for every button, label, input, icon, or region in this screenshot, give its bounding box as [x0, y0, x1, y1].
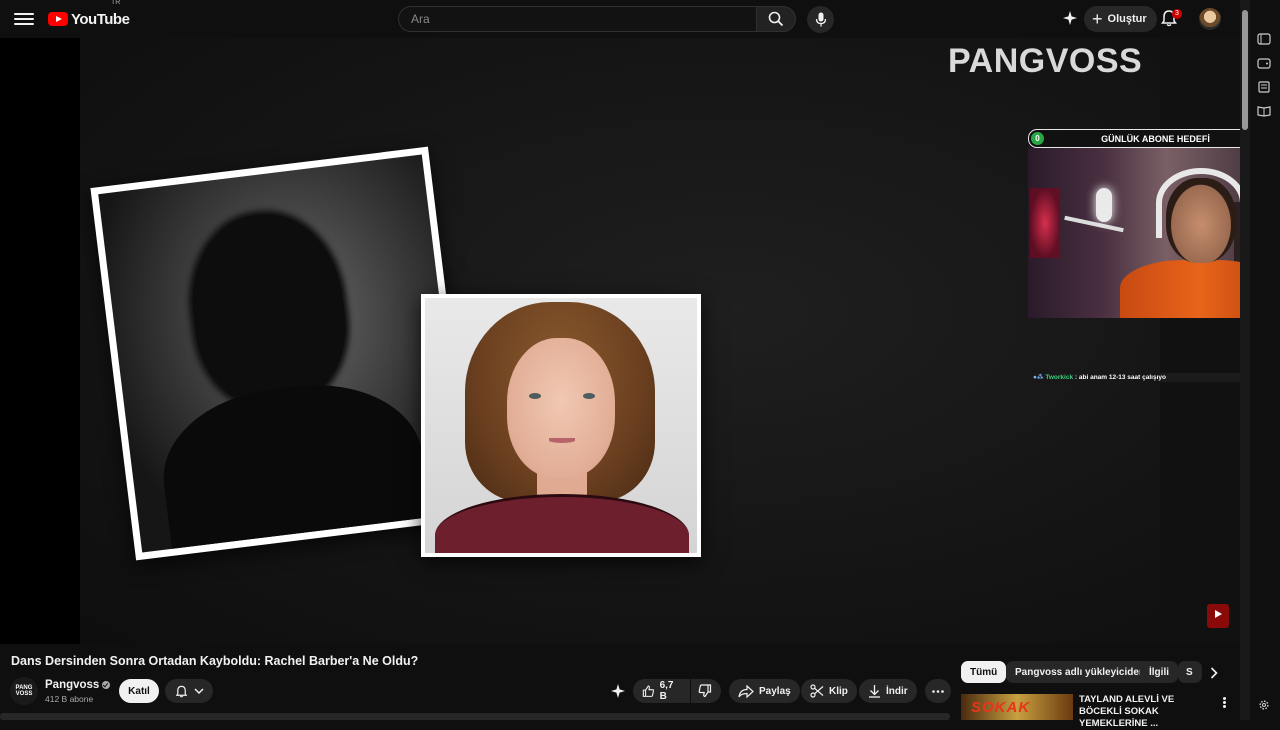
masthead: YouTube TR + Oluştur 3: [0, 0, 1240, 38]
clip-label: Klip: [829, 685, 848, 697]
search-box: [398, 6, 756, 32]
notification-badge: 3: [1172, 9, 1182, 19]
download-button[interactable]: İndir: [859, 679, 917, 703]
share-label: Paylaş: [759, 685, 791, 697]
chat-user: Tworkick: [1045, 374, 1074, 381]
join-button[interactable]: Katıl: [119, 679, 159, 703]
description-box-edge: [0, 713, 950, 720]
recommended-video-thumbnail[interactable]: SOKAK: [961, 694, 1073, 720]
subscriber-goal-widget: 0 GÜNLÜK ABONE HEDEFİ 6: [1028, 129, 1240, 148]
search-button[interactable]: [756, 6, 796, 32]
browser-side-rail: [1250, 0, 1280, 720]
rail-notes-icon[interactable]: [1257, 81, 1271, 93]
country-code: TR: [111, 0, 121, 6]
scrollbar-thumb[interactable]: [1242, 10, 1248, 130]
channel-avatar[interactable]: PANG VOSS: [10, 677, 38, 705]
share-button[interactable]: Paylaş: [729, 679, 800, 703]
channel-name[interactable]: Pangvoss: [45, 679, 99, 691]
verified-badge-icon: [102, 680, 111, 689]
chevron-right-icon[interactable]: [1205, 664, 1223, 682]
chip-from-uploader[interactable]: Pangvoss adlı yükleyiciden: [1006, 661, 1155, 683]
rail-reader-icon[interactable]: [1257, 105, 1271, 117]
thumbs-down-icon: [698, 684, 712, 698]
chevron-down-icon: [193, 687, 204, 694]
plus-icon: +: [1092, 9, 1103, 29]
subscriber-count: 412 B abone: [45, 694, 94, 704]
clip-button[interactable]: Klip: [801, 679, 857, 703]
video-title: Dans Dersinden Sonra Ortadan Kayboldu: R…: [11, 654, 419, 668]
rail-tab-icon[interactable]: [1257, 33, 1271, 45]
chat-badge-icon: ●⁂: [1033, 374, 1046, 381]
dislike-button[interactable]: [691, 679, 721, 703]
page-scrollbar[interactable]: [1240, 0, 1250, 720]
chip-related[interactable]: İlgili: [1140, 661, 1178, 683]
download-label: İndir: [886, 685, 908, 697]
recommended-video-title[interactable]: TAYLAND ALEVLİ VE BÖCEKLİ SOKAK YEMEKLER…: [1079, 694, 1214, 730]
create-label: Oluştur: [1107, 13, 1147, 25]
search-input[interactable]: [409, 11, 746, 27]
goal-title: GÜNLÜK ABONE HEDEFİ: [1101, 133, 1210, 144]
more-horizontal-icon: [932, 689, 944, 693]
share-icon: [738, 684, 754, 698]
more-vertical-icon[interactable]: [1220, 696, 1228, 710]
like-button[interactable]: 6,7 B: [633, 679, 690, 703]
chat-message: ●⁂ Tworkick : abi anam 12-13 saat çalışı…: [1033, 373, 1166, 381]
channel-branding-icon[interactable]: [1207, 604, 1229, 628]
chip-all[interactable]: Tümü: [961, 661, 1007, 683]
search-icon: [768, 11, 784, 27]
bell-icon: [175, 685, 187, 697]
portrait-photo: [421, 294, 701, 557]
chat-text: : abi anam 12-13 saat çalışıyo: [1074, 374, 1166, 381]
settings-icon[interactable]: [1257, 699, 1271, 711]
more-actions-button[interactable]: [925, 679, 951, 703]
logo-text: YouTube: [71, 10, 130, 28]
scissors-icon: [810, 684, 824, 698]
silhouette-photo: [90, 146, 474, 561]
create-button[interactable]: + Oluştur: [1084, 6, 1157, 32]
thumbs-up-icon: [642, 685, 654, 697]
video-player[interactable]: PANGVOSS 0 GÜNLÜK ABONE HEDEFİ 6 ●: [0, 38, 1240, 644]
sparkle-ask-icon: [611, 684, 625, 698]
overlay-bar: [1160, 373, 1240, 382]
account-avatar[interactable]: [1199, 8, 1221, 30]
sparkle-action[interactable]: [610, 679, 626, 703]
channel-watermark: PANGVOSS: [948, 42, 1143, 80]
streamer-webcam: [1028, 148, 1240, 318]
voice-search-button[interactable]: [807, 6, 834, 33]
rail-wallet-icon[interactable]: [1257, 57, 1271, 69]
sparkle-icon[interactable]: [1062, 10, 1078, 31]
menu-icon[interactable]: [14, 10, 34, 28]
thumbnail-text: SOKAK: [971, 699, 1031, 716]
youtube-play-icon: [48, 12, 68, 26]
like-count: 6,7 B: [659, 680, 674, 702]
channel-name-container[interactable]: Pangvoss: [45, 679, 111, 691]
goal-current: 0: [1031, 132, 1044, 145]
subscription-bell-button[interactable]: [165, 679, 213, 703]
chip-partial[interactable]: S: [1178, 661, 1202, 683]
download-icon: [869, 685, 880, 698]
youtube-logo[interactable]: YouTube: [48, 10, 130, 28]
microphone-icon: [815, 12, 826, 27]
